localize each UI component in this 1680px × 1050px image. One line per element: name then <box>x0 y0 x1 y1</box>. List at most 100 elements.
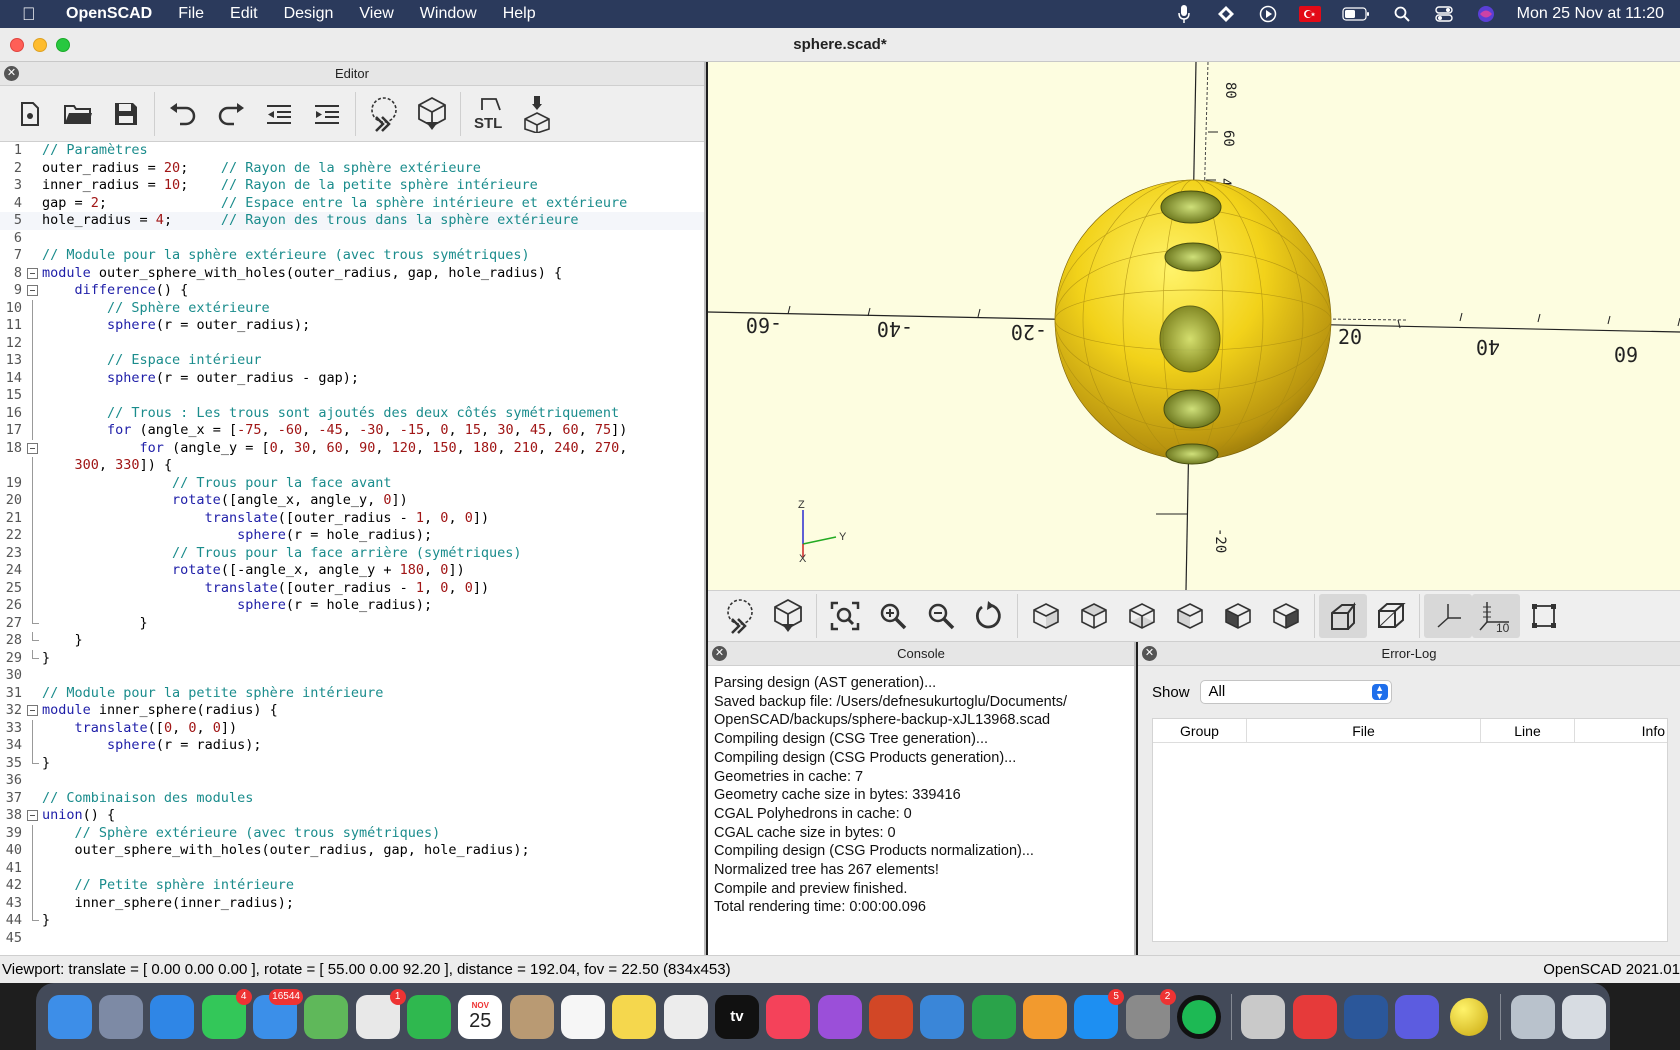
view-render-button[interactable] <box>764 594 812 638</box>
fold-toggle-icon[interactable] <box>27 810 38 821</box>
code-line[interactable]: 42 // Petite sphère intérieure <box>0 877 704 895</box>
open-file-button[interactable] <box>54 91 102 137</box>
viewport-canvas[interactable]: -60 -40 -20 20 40 60 80 60 40 -20 <box>708 62 1680 590</box>
code-text[interactable]: sphere(r = hole_radius); <box>42 527 432 545</box>
dock-app-chrome-icon[interactable] <box>663 994 708 1039</box>
code-line[interactable]: 19 // Trous pour la face avant <box>0 474 704 492</box>
dock-app-photos-icon[interactable]: 1 <box>355 988 406 1039</box>
column-header-info[interactable]: Info <box>1575 719 1667 742</box>
fold-gutter[interactable] <box>24 317 42 335</box>
menu-help[interactable]: Help <box>503 5 536 23</box>
code-line[interactable]: 25 translate([outer_radius - 1, 0, 0]) <box>0 579 704 598</box>
code-text[interactable]: // Espace intérieur <box>42 352 261 370</box>
column-header-file[interactable]: File <box>1247 719 1481 742</box>
perspective-button[interactable] <box>1319 594 1367 638</box>
code-line[interactable]: 26 sphere(r = hole_radius); <box>0 597 704 615</box>
code-line[interactable]: 39 // Sphère extérieure (avec trous symé… <box>0 824 704 842</box>
code-text[interactable]: translate([0, 0, 0]) <box>42 720 238 738</box>
dock-app-shortcuts-icon[interactable] <box>1395 994 1440 1039</box>
code-text[interactable]: outer_sphere_with_holes(outer_radius, ga… <box>42 842 530 860</box>
code-text[interactable]: module inner_sphere(radius) { <box>42 702 278 720</box>
code-text[interactable]: translate([outer_radius - 1, 0, 0]) <box>42 580 490 598</box>
fold-gutter[interactable] <box>24 369 42 387</box>
fold-gutter[interactable] <box>24 842 42 860</box>
show-edges-button[interactable] <box>1520 594 1568 638</box>
code-line[interactable]: 8 module outer_sphere_with_holes(outer_ra… <box>0 265 704 283</box>
redo-button[interactable] <box>207 91 255 137</box>
code-line[interactable]: 36 <box>0 772 704 790</box>
code-text[interactable]: translate([outer_radius - 1, 0, 0]) <box>42 510 490 528</box>
dock-app-launchpad-icon[interactable] <box>99 994 143 1039</box>
zoom-window-button[interactable] <box>56 38 70 52</box>
fold-gutter[interactable] <box>24 894 42 912</box>
show-filter-select[interactable]: All ▲ ▼ <box>1199 680 1392 704</box>
fold-gutter[interactable] <box>24 562 42 580</box>
code-line[interactable]: 1 // Paramètres <box>0 142 704 160</box>
code-text[interactable]: outer_radius = 20; // Rayon de la sphère… <box>42 160 481 178</box>
menubar-clock[interactable]: Mon 25 Nov at 11:20 <box>1517 5 1664 23</box>
fold-gutter[interactable] <box>24 474 42 492</box>
fold-toggle-icon[interactable] <box>27 285 38 296</box>
code-text[interactable]: } <box>42 912 50 930</box>
3d-viewport[interactable]: -60 -40 -20 20 40 60 80 60 40 -20 <box>708 62 1680 590</box>
fold-gutter[interactable] <box>24 527 42 545</box>
dock-app-openscad-icon[interactable] <box>1447 995 1491 1039</box>
control-center-icon[interactable] <box>1433 5 1455 23</box>
close-editor-icon[interactable]: ✕ <box>4 66 19 81</box>
code-line[interactable]: 15 <box>0 387 704 405</box>
code-text[interactable]: // Petite sphère intérieure <box>42 877 294 895</box>
fold-toggle-icon[interactable] <box>27 267 38 279</box>
unindent-button[interactable] <box>255 91 303 137</box>
microphone-icon[interactable] <box>1173 5 1195 23</box>
zoom-in-button[interactable] <box>869 594 917 638</box>
fold-gutter[interactable] <box>24 930 42 948</box>
dock-app-pages-icon[interactable] <box>1022 994 1067 1039</box>
fold-gutter[interactable] <box>24 702 42 720</box>
dock-app-powerpoint-icon[interactable] <box>868 994 913 1039</box>
view-top-button[interactable] <box>1070 594 1118 638</box>
code-line[interactable]: 41 <box>0 859 704 877</box>
code-line[interactable]: 12 <box>0 334 704 352</box>
code-text[interactable]: // Paramètres <box>42 142 148 160</box>
code-text[interactable]: difference() { <box>42 282 189 300</box>
minimize-window-button[interactable] <box>33 38 47 52</box>
fold-gutter[interactable] <box>24 614 42 633</box>
code-text[interactable]: } <box>42 650 50 668</box>
code-text[interactable]: rotate([angle_x, angle_y, 0]) <box>42 492 408 510</box>
fold-toggle-icon[interactable] <box>27 442 38 454</box>
show-axes-button[interactable] <box>1424 594 1472 638</box>
code-line[interactable]: 20 rotate([angle_x, angle_y, 0]) <box>0 492 704 510</box>
code-line[interactable]: 45 <box>0 930 704 948</box>
fold-gutter[interactable] <box>24 212 42 230</box>
view-front-button[interactable] <box>1214 594 1262 638</box>
code-text[interactable]: hole_radius = 4; // Rayon des trous dans… <box>42 212 578 230</box>
fold-gutter[interactable] <box>24 457 42 475</box>
column-header-group[interactable]: Group <box>1153 719 1247 742</box>
fold-gutter[interactable] <box>24 772 42 790</box>
code-line[interactable]: 38 union() { <box>0 807 704 825</box>
code-line[interactable]: 40 outer_sphere_with_holes(outer_radius,… <box>0 842 704 860</box>
view-all-button[interactable] <box>821 594 869 638</box>
code-line[interactable]: 22 sphere(r = hole_radius); <box>0 527 704 545</box>
code-line[interactable]: 21 translate([outer_radius - 1, 0, 0]) <box>0 509 704 528</box>
preview-button[interactable] <box>360 91 408 137</box>
dock-app-reminders-icon[interactable] <box>560 994 605 1039</box>
code-line[interactable]: 27 } <box>0 614 704 633</box>
console-output[interactable]: Parsing design (AST generation)... Saved … <box>708 666 1134 925</box>
undo-button[interactable] <box>159 91 207 137</box>
code-text[interactable]: sphere(r = hole_radius); <box>42 597 432 615</box>
code-line[interactable]: 5 hole_radius = 4; // Rayon des trous dan… <box>0 212 704 230</box>
dock-app-downloads-stack-icon[interactable] <box>1510 994 1555 1039</box>
flag-turkey-icon[interactable] <box>1298 5 1321 23</box>
code-line[interactable]: 13 // Espace intérieur <box>0 352 704 370</box>
dock-app-app-store-icon[interactable]: 5 <box>1074 988 1125 1039</box>
fold-gutter[interactable] <box>24 649 42 668</box>
dock-app-podcasts-icon[interactable] <box>817 994 862 1039</box>
fold-gutter[interactable] <box>24 334 42 352</box>
dock-app-voice-memos-icon[interactable] <box>1292 994 1337 1039</box>
code-line[interactable]: 30 <box>0 667 704 685</box>
fold-gutter[interactable] <box>24 282 42 300</box>
dock-app-word-icon[interactable] <box>1343 994 1388 1039</box>
fold-gutter[interactable] <box>24 440 42 458</box>
shortcuts-icon[interactable] <box>1215 5 1237 23</box>
